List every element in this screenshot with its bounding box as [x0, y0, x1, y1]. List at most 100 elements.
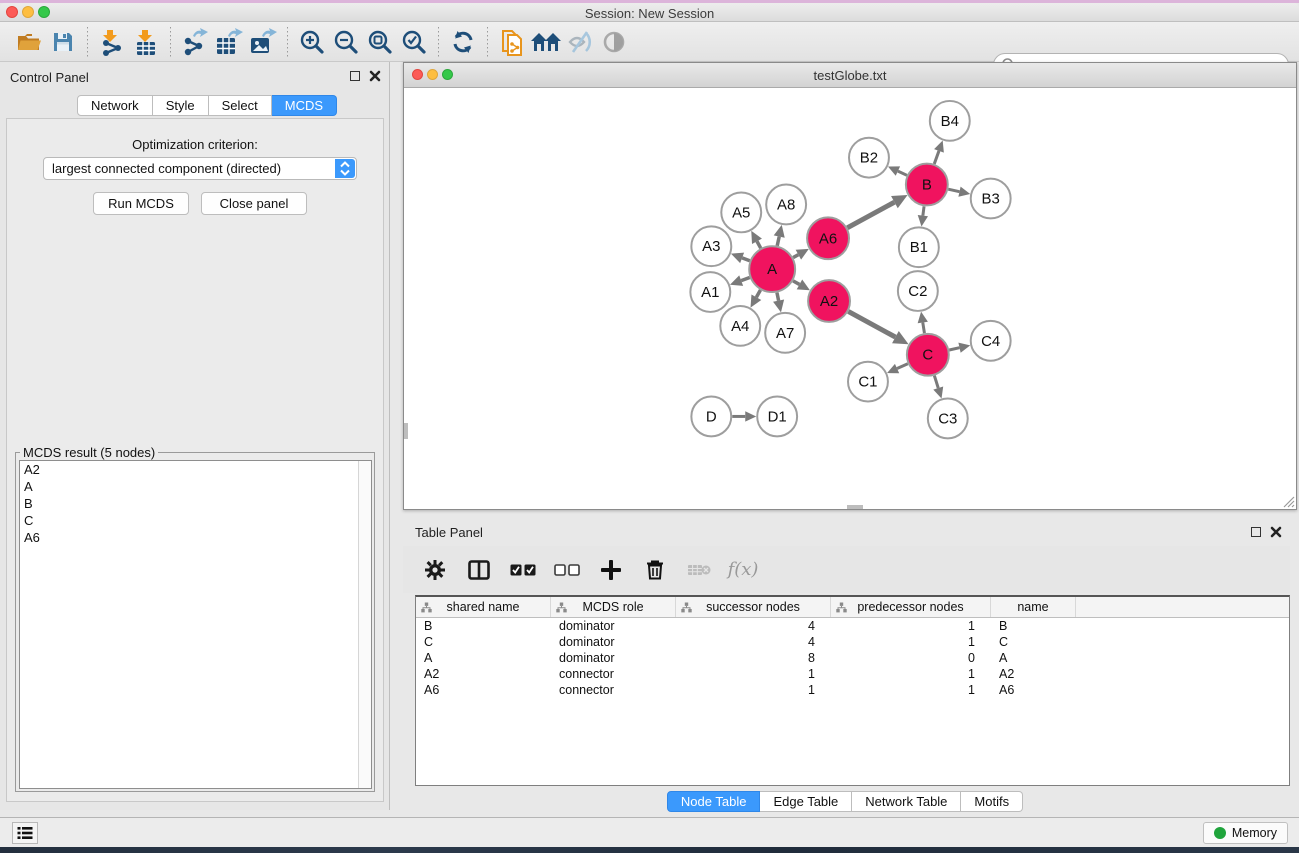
graph-edge-C-C1[interactable]	[887, 364, 908, 374]
table-cell[interactable]: dominator	[551, 618, 676, 634]
zoom-out-button[interactable]	[329, 26, 363, 58]
open-file-button[interactable]	[12, 26, 46, 58]
table-cell[interactable]: 8	[676, 650, 831, 666]
tab-node-table[interactable]: Node Table	[667, 791, 761, 812]
table-row[interactable]: A6connector11A6	[416, 682, 1289, 698]
graph-edge-A-A4[interactable]	[751, 290, 762, 308]
graph-node-B2[interactable]: B2	[849, 138, 889, 178]
tab-mcds[interactable]: MCDS	[272, 95, 337, 116]
mcds-result-item[interactable]: C	[20, 512, 371, 529]
table-cell[interactable]: 1	[831, 634, 991, 650]
graph-node-D[interactable]: D	[691, 397, 731, 437]
close-panel-button[interactable]: Close panel	[201, 192, 307, 215]
delete-table-button[interactable]	[685, 556, 713, 584]
table-cell[interactable]: A	[416, 650, 551, 666]
graph-node-B4[interactable]: B4	[930, 101, 970, 141]
table-cell[interactable]: 4	[676, 634, 831, 650]
mcds-result-list[interactable]: A2ABCA6	[19, 460, 372, 789]
mcds-result-item[interactable]: A	[20, 478, 371, 495]
show-all-button[interactable]	[597, 26, 631, 58]
graph-node-D1[interactable]: D1	[757, 397, 797, 437]
table-row[interactable]: Adominator80A	[416, 650, 1289, 666]
run-mcds-button[interactable]: Run MCDS	[93, 192, 189, 215]
graph-node-A2[interactable]: A2	[808, 280, 850, 322]
graph-node-C1[interactable]: C1	[848, 362, 888, 402]
select-all-button[interactable]	[509, 556, 537, 584]
tab-style[interactable]: Style	[153, 95, 209, 116]
table-cell[interactable]: A6	[416, 682, 551, 698]
graph-edge-A-A6[interactable]	[793, 249, 809, 260]
graph-edge-B-B2[interactable]	[888, 166, 907, 175]
table-cell[interactable]: A	[991, 650, 1076, 666]
graph-edge-A-A1[interactable]	[730, 275, 750, 286]
graph-edge-B-B4[interactable]	[934, 141, 944, 164]
table-cell[interactable]: 1	[831, 666, 991, 682]
table-cell[interactable]: dominator	[551, 634, 676, 650]
graph-edge-C-C3[interactable]	[933, 376, 943, 399]
table-cell[interactable]: 4	[676, 618, 831, 634]
graph-node-A6[interactable]: A6	[807, 217, 849, 259]
tab-edge-table[interactable]: Edge Table	[760, 791, 852, 812]
table-cell[interactable]: A2	[416, 666, 551, 682]
graph-edge-C-C4[interactable]	[949, 343, 970, 353]
graph-edge-D-D1[interactable]	[732, 411, 756, 421]
hide-selected-button[interactable]	[563, 26, 597, 58]
network-canvas[interactable]: B4B2BB3A5A8A6B1A3AA1C2A4A7A2C4CC1C3DD1	[404, 88, 1296, 509]
graph-node-C[interactable]: C	[907, 334, 949, 376]
table-cell[interactable]: C	[416, 634, 551, 650]
column-header-shared-name[interactable]: shared name	[416, 597, 551, 617]
network-window-titlebar[interactable]: testGlobe.txt	[404, 63, 1296, 88]
tab-select[interactable]: Select	[209, 95, 272, 116]
table-cell[interactable]: 1	[831, 682, 991, 698]
graph-edge-A-A2[interactable]	[793, 280, 810, 291]
close-panel-icon[interactable]	[1270, 526, 1282, 538]
column-header-successor-nodes[interactable]: successor nodes	[676, 597, 831, 617]
task-history-button[interactable]	[12, 822, 38, 844]
graph-edge-B-B1[interactable]	[918, 206, 928, 226]
graph-edge-C-C2[interactable]	[918, 312, 928, 333]
graph-node-A7[interactable]: A7	[765, 313, 805, 353]
close-panel-icon[interactable]	[369, 70, 381, 82]
zoom-in-button[interactable]	[295, 26, 329, 58]
graph-node-A4[interactable]: A4	[720, 306, 760, 346]
function-builder-button[interactable]: f(x)	[729, 556, 757, 584]
graph-edge-A2-C[interactable]	[848, 311, 908, 344]
save-session-button[interactable]	[46, 26, 80, 58]
table-cell[interactable]: B	[416, 618, 551, 634]
graph-node-B[interactable]: B	[906, 164, 948, 206]
graph-edge-A6-B[interactable]	[847, 195, 907, 228]
graph-edge-A-A8[interactable]	[774, 225, 785, 246]
import-table-button[interactable]	[129, 26, 163, 58]
network-vscroll-thumb[interactable]	[404, 423, 408, 439]
table-row[interactable]: A2connector11A2	[416, 666, 1289, 682]
table-row[interactable]: Cdominator41C	[416, 634, 1289, 650]
graph-node-A3[interactable]: A3	[691, 226, 731, 266]
table-cell[interactable]: A6	[991, 682, 1076, 698]
mcds-result-item[interactable]: B	[20, 495, 371, 512]
resize-grip-icon[interactable]	[1282, 495, 1295, 508]
graph-edge-A-A3[interactable]	[731, 253, 750, 264]
network-from-selection-button[interactable]	[495, 26, 529, 58]
table-cell[interactable]: connector	[551, 682, 676, 698]
graph-node-A5[interactable]: A5	[721, 193, 761, 233]
deselect-all-button[interactable]	[553, 556, 581, 584]
tab-motifs[interactable]: Motifs	[961, 791, 1023, 812]
table-cell[interactable]: B	[991, 618, 1076, 634]
table-cell[interactable]: A2	[991, 666, 1076, 682]
graph-node-A8[interactable]: A8	[766, 185, 806, 225]
graph-node-B1[interactable]: B1	[899, 227, 939, 267]
graph-node-C3[interactable]: C3	[928, 399, 968, 439]
tab-network-table[interactable]: Network Table	[852, 791, 961, 812]
table-cell[interactable]: 0	[831, 650, 991, 666]
optimization-criterion-select[interactable]: largest connected component (directed)	[43, 157, 357, 180]
column-header-predecessor-nodes[interactable]: predecessor nodes	[831, 597, 991, 617]
table-cell[interactable]: dominator	[551, 650, 676, 666]
delete-row-button[interactable]	[641, 556, 669, 584]
export-image-button[interactable]	[246, 26, 280, 58]
select-stepper[interactable]	[335, 159, 355, 178]
graph-edge-B-B3[interactable]	[948, 187, 970, 197]
mcds-result-item[interactable]: A6	[20, 529, 371, 546]
add-row-button[interactable]	[597, 556, 625, 584]
first-neighbors-button[interactable]	[529, 26, 563, 58]
zoom-selected-button[interactable]	[397, 26, 431, 58]
